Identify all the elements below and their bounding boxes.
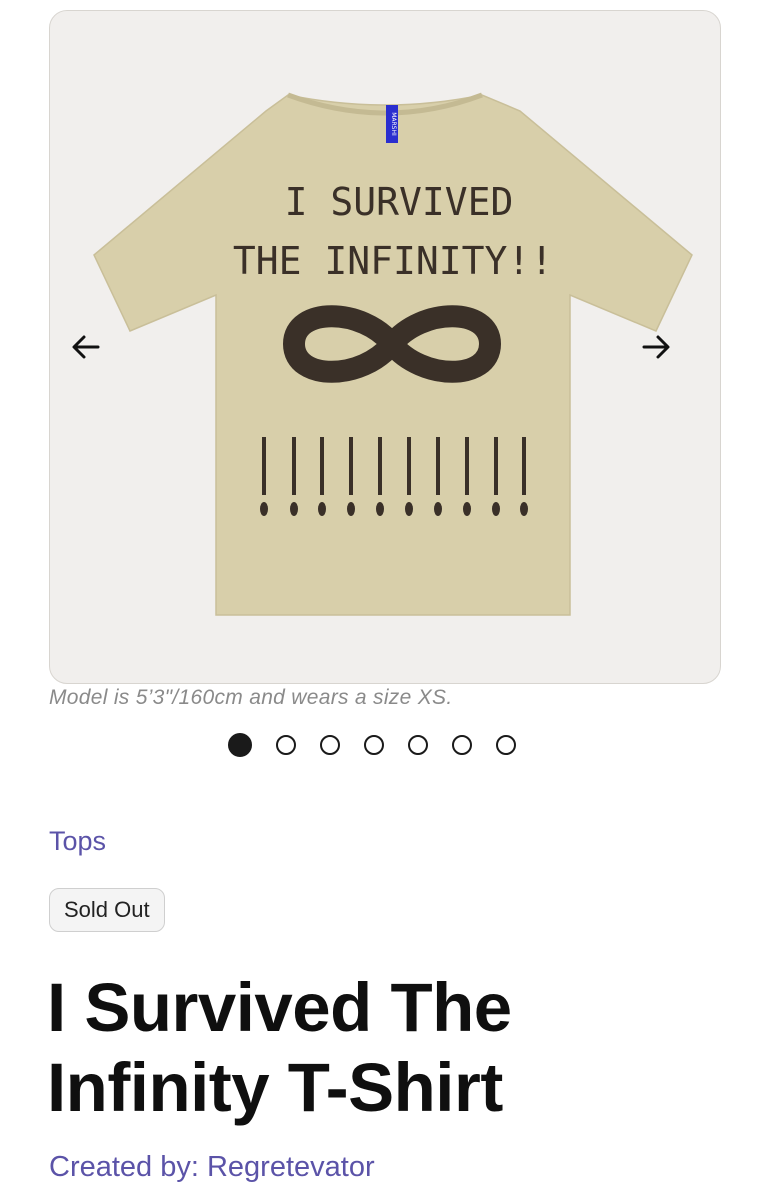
carousel-dot-6[interactable] (452, 735, 472, 755)
carousel-dot-7[interactable] (496, 735, 516, 755)
carousel-dot-5[interactable] (408, 735, 428, 755)
creator-line: Created by: Regretevator (49, 1151, 375, 1183)
carousel-dot-4[interactable] (364, 735, 384, 755)
product-image-carousel[interactable]: MARSHI I SURVIVED THE INFINITY!! (49, 10, 721, 684)
previous-image-button[interactable] (62, 323, 110, 371)
product-title: I Survived The Infinity T-Shirt (47, 969, 512, 1126)
shirt-print-line-2: THE INFINITY!! (233, 239, 553, 283)
arrow-left-icon (72, 335, 100, 359)
next-image-button[interactable] (632, 323, 680, 371)
carousel-dot-2[interactable] (276, 735, 296, 755)
product-photo: MARSHI I SURVIVED THE INFINITY!! (93, 92, 693, 616)
model-size-note: Model is 5’3"/160cm and wears a size XS. (49, 686, 453, 709)
category-link[interactable]: Tops (49, 826, 106, 857)
carousel-dot-1[interactable] (228, 733, 252, 757)
shirt-print-line-1: I SURVIVED (285, 180, 514, 224)
carousel-pagination (228, 733, 516, 759)
carousel-dot-3[interactable] (320, 735, 340, 755)
brand-tag-text: MARSHI (390, 112, 397, 136)
status-badge: Sold Out (49, 888, 165, 932)
arrow-right-icon (642, 335, 670, 359)
